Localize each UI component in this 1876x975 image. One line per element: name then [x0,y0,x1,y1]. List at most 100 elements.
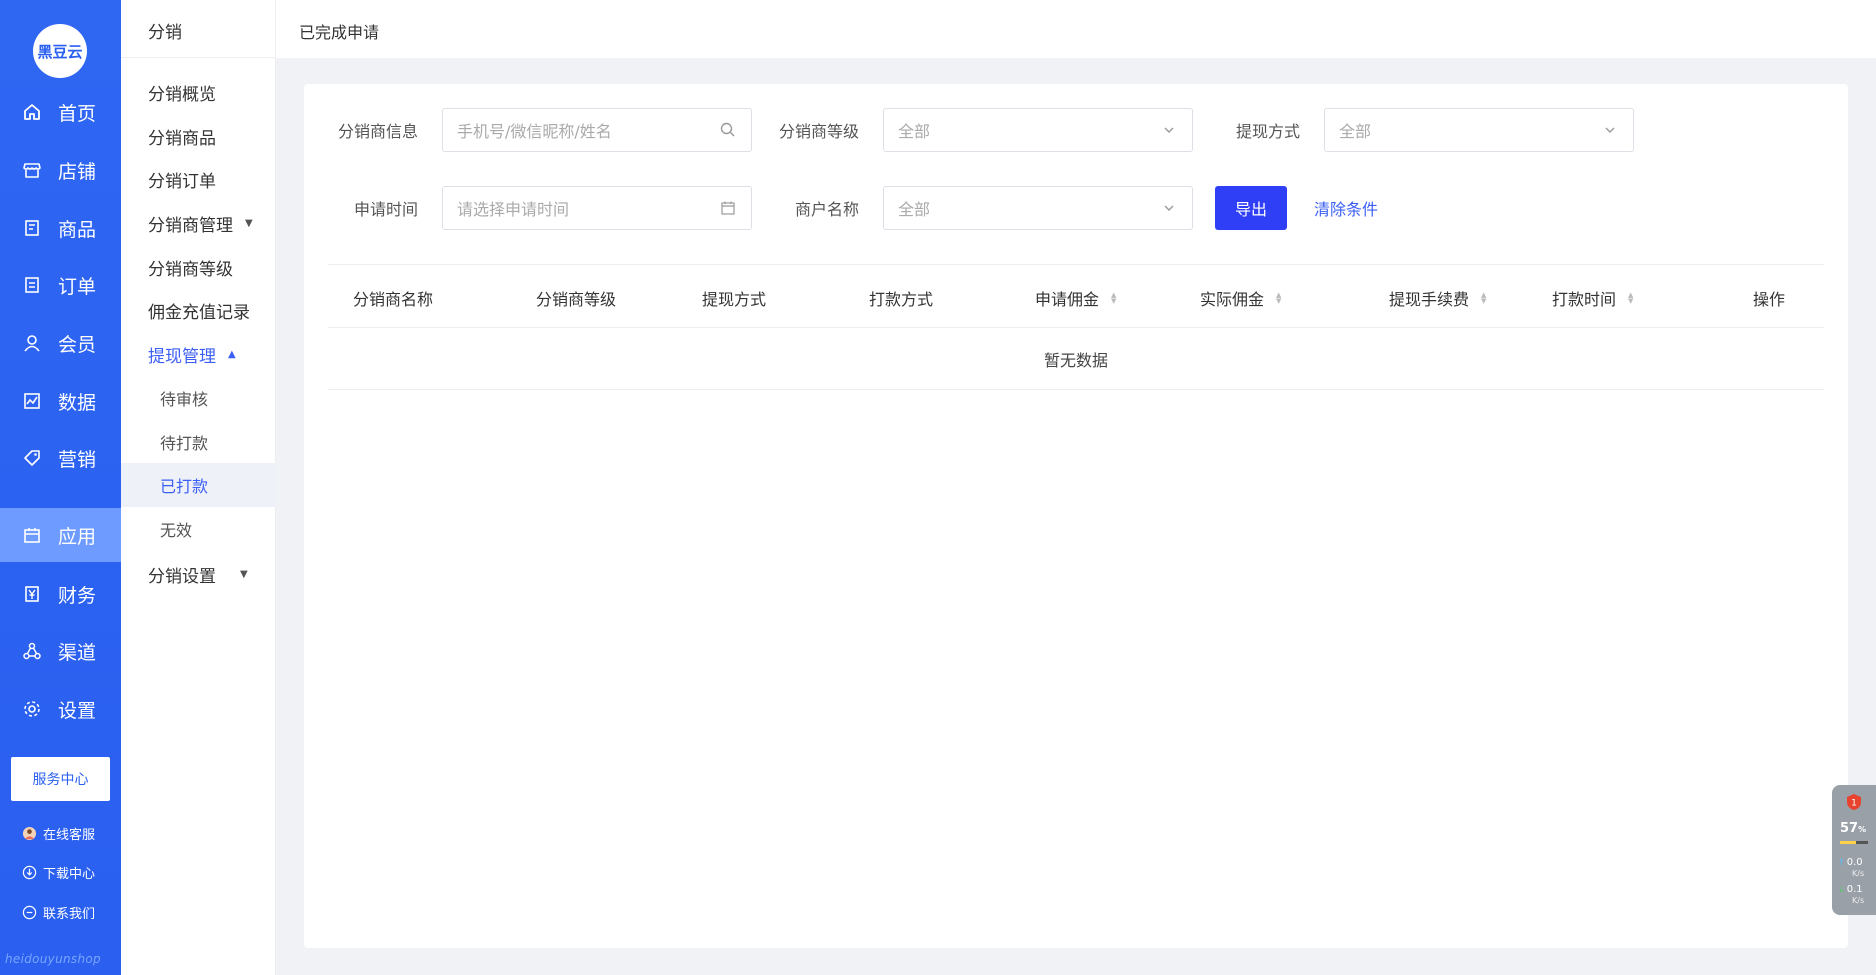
sort-icon[interactable]: ▲ ▼ [1628,292,1633,305]
col-apply-commission-label: 申请佣金 [1035,290,1100,309]
caret-down-icon: ▼ [240,569,248,580]
nav-marketing[interactable]: 营销 [0,431,121,485]
distributor-level-label: 分销商等级 [779,122,860,141]
nav2-sub-pending-review[interactable]: 待审核 [121,376,276,420]
nav2-sub-pending-payment[interactable]: 待打款 [121,420,276,464]
app-icon [24,528,40,543]
col-actual-commission[interactable]: 实际佣金 ▲ ▼ [1200,286,1281,310]
sort-icon[interactable]: ▲ ▼ [1276,292,1281,305]
order-icon [25,277,39,293]
app-root: 黑豆云 首页 店铺 商品 订单 会员 数据 营销 应用 财务 渠道 设置 服务中… [0,0,1876,975]
nav2-sub-paid[interactable]: 已打款 [121,463,276,507]
widget-badge: 1 [1851,799,1857,809]
gear-icon [24,701,40,717]
contact-us-link[interactable]: 联系我们 [22,903,95,922]
nav2-distributor-level[interactable]: 分销商等级 [148,255,233,280]
apply-time-picker[interactable]: 请选择申请时间 [442,186,752,230]
clear-conditions-button[interactable]: 清除条件 [1314,196,1378,220]
brand-logo[interactable]: 黑豆云 [33,24,87,78]
distributor-info-label: 分销商信息 [338,122,419,141]
nav-finance-label: 财务 [58,584,97,607]
upload-unit: K/s [1850,869,1864,878]
secondary-sidebar: 分销 分销概览 分销商品 分销订单 分销商管理 ▼ 分销商等级 佣金充值记录 提… [121,0,276,975]
system-monitor-widget[interactable]: 1 57% ↑ 0.0 K/s ↓ 0.1 K/s [1832,785,1876,915]
nav2-withdraw-mgmt[interactable]: 提现管理 ▲ [148,342,236,367]
distributor-level-value: 全部 [898,122,931,141]
merchant-select[interactable]: 全部 [883,186,1193,230]
nav-app[interactable]: 应用 [0,508,121,562]
download-speed: ↓ 0.1 [1838,884,1863,895]
nav-order[interactable]: 订单 [0,258,121,312]
service-center-button[interactable]: 服务中心 [11,757,110,801]
col-distributor-name: 分销商名称 [353,290,434,309]
nav-channel[interactable]: 渠道 [0,624,121,678]
cpu-percent-value: 57 [1840,821,1859,836]
cpu-percent-unit: % [1858,825,1867,834]
nav-order-label: 订单 [58,275,97,298]
contact-us-label: 联系我们 [43,907,96,922]
channel-icon [23,642,41,660]
online-support-label: 在线客服 [43,828,96,843]
nav2-recharge-records[interactable]: 佣金充值记录 [148,298,250,323]
download-center-link[interactable]: 下载中心 [22,863,95,882]
nav-app-label: 应用 [58,525,97,548]
caret-down-icon: ▼ [245,218,253,229]
nav-home-label: 首页 [58,102,97,125]
sort-icon[interactable]: ▲ ▼ [1111,292,1116,305]
distributor-info-input[interactable]: 手机号/微信昵称/姓名 [442,108,752,152]
col-payment-time[interactable]: 打款时间 ▲ ▼ [1552,286,1633,310]
export-button[interactable]: 导出 [1215,186,1287,230]
nav-product[interactable]: 商品 [0,201,121,255]
nav2-distributor-mgmt[interactable]: 分销商管理 ▼ [148,211,253,236]
nav-finance[interactable]: 财务 [0,567,121,621]
caret-up-icon: ▲ [228,349,236,360]
sort-icon[interactable]: ▲ ▼ [1481,292,1486,305]
col-distributor-level: 分销商等级 [536,290,617,309]
nav2-products[interactable]: 分销商品 [148,124,216,149]
nav-settings-label: 设置 [58,699,97,722]
withdraw-method-select[interactable]: 全部 [1324,108,1634,152]
nav-member[interactable]: 会员 [0,316,121,370]
nav2-distributor-mgmt-label: 分销商管理 [148,216,233,236]
home-icon [24,104,40,120]
nav2-sub-invalid[interactable]: 无效 [121,507,276,551]
upload-speed-value: 0.0 [1846,857,1863,868]
avatar-icon [22,826,37,841]
nav-data[interactable]: 数据 [0,374,121,428]
store-icon [23,163,41,178]
nav2-title: 分销 [148,23,182,43]
distributor-info-placeholder: 手机号/微信昵称/姓名 [457,122,612,141]
nav-store[interactable]: 店铺 [0,143,121,197]
col-apply-commission[interactable]: 申请佣金 ▲ ▼ [1035,286,1116,310]
col-payment-method: 打款方式 [869,290,934,309]
col-withdraw-fee[interactable]: 提现手续费 ▲ ▼ [1389,286,1486,310]
nav-settings[interactable]: 设置 [0,682,121,736]
arrow-down-icon: ↓ [1838,885,1845,894]
nav-home[interactable]: 首页 [0,85,121,139]
col-withdraw-method: 提现方式 [702,290,767,309]
upload-unit-label: K/s [1852,869,1865,878]
nav2-overview[interactable]: 分销概览 [148,80,216,105]
download-icon [22,865,37,880]
nav-product-label: 商品 [58,218,97,241]
member-icon [24,335,40,352]
nav2-orders[interactable]: 分销订单 [148,167,216,192]
cpu-bar-fill [1840,841,1856,844]
download-unit-label: K/s [1852,896,1865,905]
col-payment-time-label: 打款时间 [1552,290,1617,309]
col-withdraw-fee-label: 提现手续费 [1389,290,1470,309]
tag-icon [24,450,40,466]
merchant-value: 全部 [898,200,931,219]
divider [121,57,276,58]
chevron-down-icon [1605,127,1615,133]
download-speed-value: 0.1 [1846,884,1863,895]
chat-icon [22,905,37,920]
online-support-link[interactable]: 在线客服 [22,824,95,843]
empty-state: 暂无数据 [328,328,1824,390]
withdraw-method-value: 全部 [1339,122,1372,141]
search-icon[interactable] [719,121,737,139]
nav2-settings[interactable]: 分销设置 ▼ [148,562,248,587]
distributor-level-select[interactable]: 全部 [883,108,1193,152]
page-title: 已完成申请 [299,23,380,42]
col-actions: 操作 [1753,290,1786,309]
